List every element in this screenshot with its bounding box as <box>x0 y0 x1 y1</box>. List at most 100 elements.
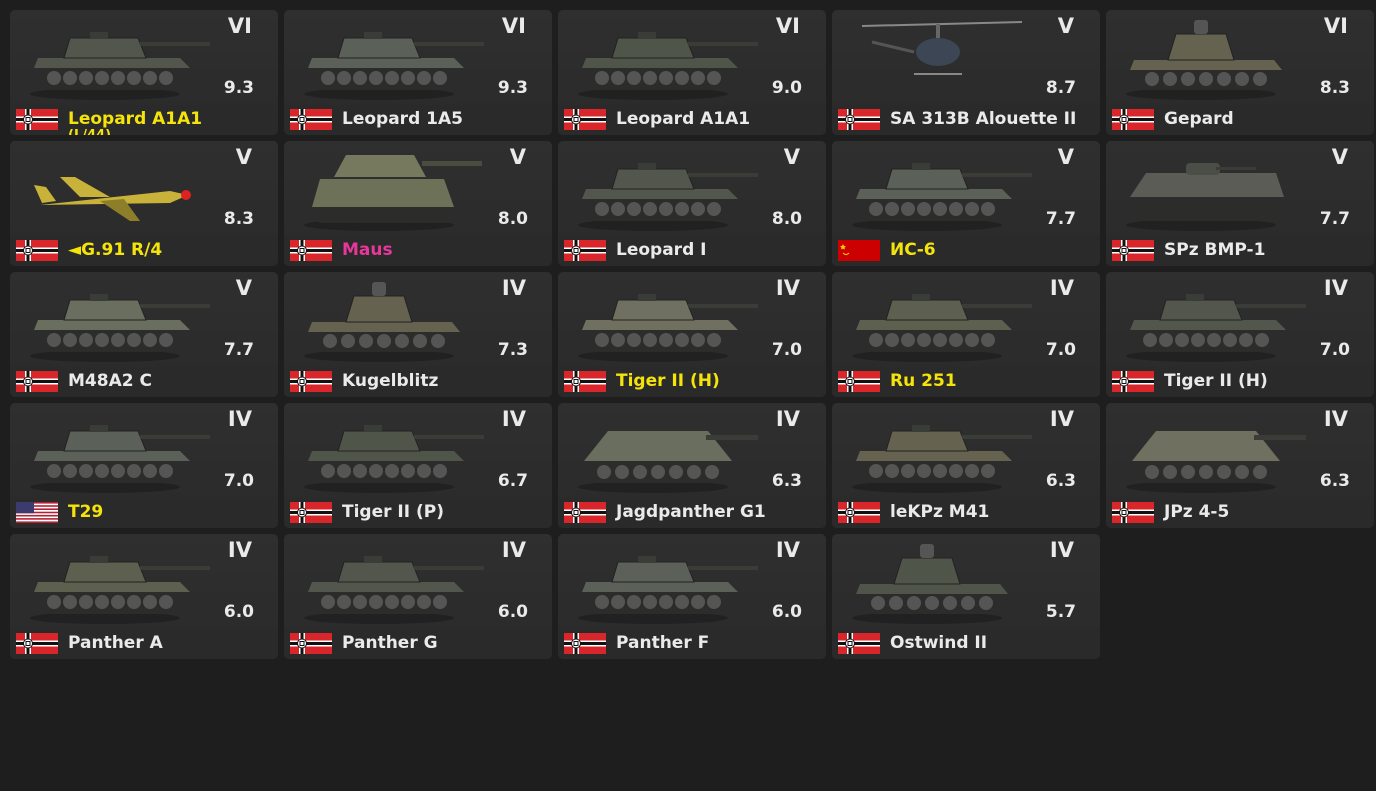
vehicle-card[interactable]: VI 9.3 Leopard 1A5 <box>284 10 552 135</box>
vehicle-image <box>294 540 494 626</box>
germany-flag-icon <box>564 109 606 130</box>
vehicle-card[interactable]: VI 9.3 Leopard A1A1(L/44) <box>10 10 278 135</box>
battle-rating: 7.0 <box>223 471 254 491</box>
vehicle-image <box>1116 278 1316 364</box>
vehicle-rank: V <box>1057 14 1074 38</box>
vehicle-name: Leopard A1A1 <box>616 109 751 129</box>
vehicle-image <box>568 278 768 364</box>
vehicle-card[interactable]: IV 6.3 leKPz M41 <box>832 403 1100 528</box>
vehicle-card[interactable]: IV 7.0 Ru 251 <box>832 272 1100 397</box>
vehicle-name: Ru 251 <box>890 371 957 391</box>
vehicle-card[interactable]: IV 6.3 JPz 4-5 <box>1106 403 1374 528</box>
vehicle-rank: IV <box>1049 276 1074 300</box>
vehicle-image <box>294 147 494 233</box>
battle-rating: 6.3 <box>1319 471 1350 491</box>
vehicle-card[interactable]: IV 7.3 Kugelblitz <box>284 272 552 397</box>
vehicle-name: M48A2 C <box>68 371 152 391</box>
vehicle-rank: IV <box>1049 538 1074 562</box>
vehicle-rank: IV <box>775 407 800 431</box>
germany-flag-icon <box>838 109 880 130</box>
vehicle-image <box>842 16 1042 102</box>
vehicle-card[interactable]: V 8.0 Maus <box>284 141 552 266</box>
vehicle-image <box>842 409 1042 495</box>
battle-rating: 6.3 <box>1045 471 1076 491</box>
vehicle-image <box>568 409 768 495</box>
vehicle-image <box>20 147 220 233</box>
vehicle-name: Maus <box>342 240 393 260</box>
vehicle-rank: V <box>1331 145 1348 169</box>
usa-flag-icon <box>16 502 58 523</box>
vehicle-rank: IV <box>227 407 252 431</box>
germany-flag-icon <box>16 109 58 130</box>
vehicle-card[interactable]: IV 7.0 Tiger II (H) <box>1106 272 1374 397</box>
vehicle-image <box>842 147 1042 233</box>
vehicle-image <box>294 409 494 495</box>
vehicle-name: Gepard <box>1164 109 1234 129</box>
vehicle-image <box>1116 16 1316 102</box>
vehicle-image <box>842 540 1042 626</box>
battle-rating: 7.7 <box>223 340 254 360</box>
vehicle-card[interactable]: IV 6.0 Panther F <box>558 534 826 659</box>
vehicle-name: Leopard 1A5 <box>342 109 463 129</box>
vehicle-image <box>568 16 768 102</box>
vehicle-card[interactable]: V 8.7 SA 313B Alouette II <box>832 10 1100 135</box>
vehicle-image <box>1116 409 1316 495</box>
battle-rating: 7.0 <box>1319 340 1350 360</box>
vehicle-card[interactable]: V 7.7 M48A2 C <box>10 272 278 397</box>
vehicle-name: T29 <box>68 502 104 522</box>
vehicle-name: SA 313B Alouette II <box>890 109 1077 129</box>
vehicle-card[interactable]: V 8.3 ◄G.91 R/4 <box>10 141 278 266</box>
battle-rating: 7.0 <box>771 340 802 360</box>
vehicle-name: Leopard A1A1 <box>68 109 203 129</box>
germany-flag-icon <box>290 240 332 261</box>
vehicle-rank: VI <box>1323 14 1348 38</box>
vehicle-name: ИС-6 <box>890 240 936 260</box>
vehicle-name: Tiger II (P) <box>342 502 444 522</box>
vehicle-name: Ostwind II <box>890 633 988 653</box>
vehicle-rank: IV <box>501 276 526 300</box>
vehicle-rank: IV <box>1323 276 1348 300</box>
vehicle-rank: V <box>1057 145 1074 169</box>
germany-flag-icon <box>16 240 58 261</box>
vehicle-rank: IV <box>775 538 800 562</box>
ussr-flag-icon <box>838 240 880 261</box>
battle-rating: 6.0 <box>771 602 802 622</box>
battle-rating: 6.3 <box>771 471 802 491</box>
vehicle-image <box>20 540 220 626</box>
germany-flag-icon <box>290 633 332 654</box>
vehicle-rank: IV <box>1323 407 1348 431</box>
vehicle-card[interactable]: IV 6.3 Jagdpanther G1 <box>558 403 826 528</box>
vehicle-name: Leopard I <box>616 240 707 260</box>
germany-flag-icon <box>290 371 332 392</box>
vehicle-image <box>568 147 768 233</box>
vehicle-image <box>294 278 494 364</box>
vehicle-image <box>20 278 220 364</box>
vehicle-rank: V <box>235 145 252 169</box>
vehicle-card[interactable]: VI 9.0 Leopard A1A1 <box>558 10 826 135</box>
battle-rating: 8.3 <box>1319 78 1350 98</box>
vehicle-name-suffix: (L/44) <box>68 128 111 135</box>
vehicle-card[interactable]: V 7.7 ИС-6 <box>832 141 1100 266</box>
battle-rating: 7.7 <box>1319 209 1350 229</box>
vehicle-card[interactable]: IV 6.0 Panther G <box>284 534 552 659</box>
germany-flag-icon <box>564 633 606 654</box>
vehicle-name: Tiger II (H) <box>1164 371 1268 391</box>
battle-rating: 8.0 <box>771 209 802 229</box>
vehicle-card[interactable]: IV 5.7 Ostwind II <box>832 534 1100 659</box>
vehicle-card[interactable]: V 8.0 Leopard I <box>558 141 826 266</box>
vehicle-card[interactable]: IV 7.0 Tiger II (H) <box>558 272 826 397</box>
vehicle-rank: V <box>235 276 252 300</box>
vehicle-rank: VI <box>227 14 252 38</box>
germany-flag-icon <box>564 371 606 392</box>
vehicle-card[interactable]: VI 8.3 Gepard <box>1106 10 1374 135</box>
vehicle-card[interactable]: IV 6.0 Panther A <box>10 534 278 659</box>
battle-rating: 8.3 <box>223 209 254 229</box>
battle-rating: 8.0 <box>497 209 528 229</box>
vehicle-card[interactable]: V 7.7 SPz BMP-1 <box>1106 141 1374 266</box>
vehicle-card[interactable]: IV 7.0 T29 <box>10 403 278 528</box>
vehicle-rank: IV <box>501 538 526 562</box>
germany-flag-icon <box>838 371 880 392</box>
germany-flag-icon <box>1112 502 1154 523</box>
vehicle-name: Panther F <box>616 633 710 653</box>
vehicle-card[interactable]: IV 6.7 Tiger II (P) <box>284 403 552 528</box>
